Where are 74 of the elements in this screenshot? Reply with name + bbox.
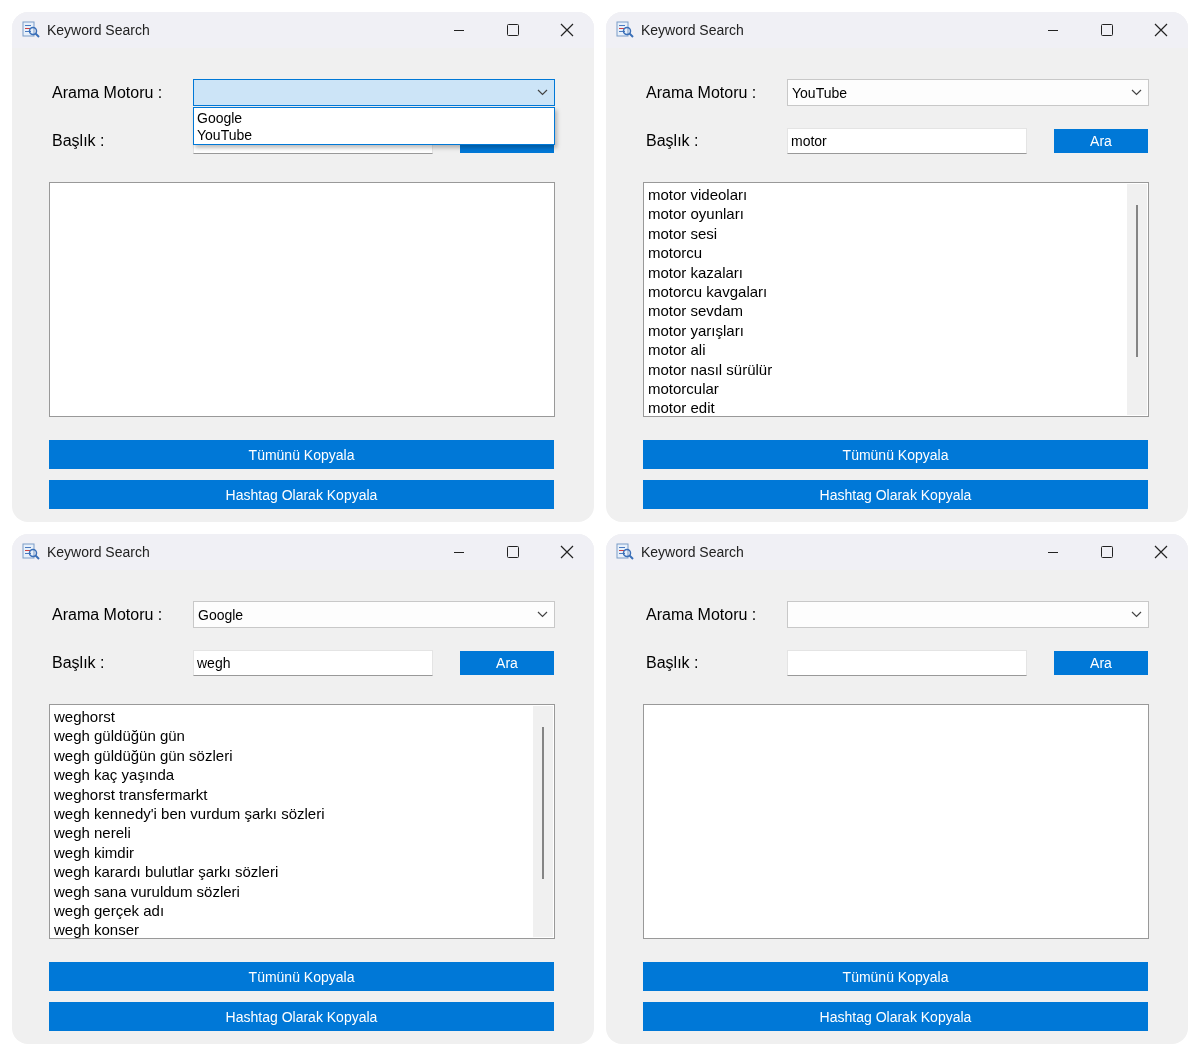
window-title: Keyword Search [641,22,745,38]
result-item[interactable]: motor edit [648,398,1148,416]
result-item[interactable]: motor kazaları [648,262,1148,283]
title-field[interactable] [787,650,1027,676]
window-title: Keyword Search [641,544,745,560]
copy-all-button[interactable]: Tümünü Kopyala [643,962,1148,991]
field-label: Başlık : [646,654,700,672]
copy-all-button[interactable]: Tümünü Kopyala [643,440,1148,469]
chevron-down-icon [1131,89,1142,96]
copy-hashtag-button[interactable]: Hashtag Olarak Kopyala [643,1002,1148,1031]
field-label: Başlık : [646,132,700,150]
result-item[interactable]: motorcu kavgaları [648,282,1148,302]
maximize-icon [507,24,519,36]
copy-hashtag-button[interactable]: Hashtag Olarak Kopyala [643,480,1148,509]
search-button[interactable]: Ara [1054,651,1148,675]
result-item[interactable]: wegh nereli [54,823,554,843]
field-label: Arama Motoru : [52,83,164,102]
result-item[interactable]: wegh kennedy'i ben vurdum şarkı sözleri [54,804,554,824]
result-item[interactable]: wegh kaç yaşında [54,765,554,785]
maximize-icon [507,546,519,558]
field-label: Başlık : [52,132,106,150]
document-search-icon [22,543,40,561]
field-label: Arama Motoru : [646,605,758,624]
result-item[interactable]: wegh karardı bulutlar şarkı sözleri [54,862,554,882]
search-button[interactable]: Ara [460,651,554,675]
field-label: Başlık : [52,654,106,672]
copy-all-button[interactable]: Tümünü Kopyala [49,440,554,469]
engine-dropdown[interactable]: YouTube [787,79,1149,106]
result-item[interactable]: wegh kimdir [54,842,554,863]
result-item[interactable]: motorcu [648,243,1148,263]
result-item[interactable]: motor yarışları [648,320,1148,341]
close-icon [1154,545,1168,559]
result-item[interactable]: motor sevdam [648,301,1148,321]
field-label: Arama Motoru : [646,83,758,102]
close-icon [560,545,574,559]
result-item[interactable]: wegh sana vuruldum sözleri [54,881,554,902]
maximize-icon [1101,24,1113,36]
field-label: Arama Motoru : [52,605,164,624]
title-field[interactable]: wegh [193,650,433,676]
title-field[interactable]: motor [787,128,1027,154]
result-item[interactable]: motor ali [648,340,1148,360]
scrollbar[interactable] [1127,184,1147,415]
result-item[interactable]: motor nasıl sürülür [648,359,1148,380]
dropdown-option[interactable]: YouTube [194,127,554,144]
document-search-icon [616,543,634,561]
result-item[interactable]: wegh güldüğün gün [54,726,554,746]
engine-dropdown[interactable] [193,79,555,106]
copy-all-button[interactable]: Tümünü Kopyala [49,962,554,991]
engine-dropdown[interactable] [787,601,1149,628]
result-item[interactable]: wegh konser [54,920,554,938]
dropdown-option[interactable]: Google [194,110,554,127]
window-title: Keyword Search [47,544,151,560]
document-search-icon [616,21,634,39]
window-title: Keyword Search [47,22,151,38]
result-item[interactable]: wegh güldüğün gün sözleri [54,745,554,766]
result-item[interactable]: motor oyunları [648,204,1148,224]
chevron-down-icon [537,611,548,618]
close-icon [560,23,574,37]
maximize-icon [1101,546,1113,558]
chevron-down-icon [1131,611,1142,618]
result-item[interactable]: motor videoları [648,185,1148,205]
engine-dropdown[interactable]: Google [193,601,555,628]
result-item[interactable]: weghorst transfermarkt [54,784,554,805]
result-item[interactable]: wegh gerçek adı [54,901,554,921]
scrollbar[interactable] [533,706,553,937]
copy-hashtag-button[interactable]: Hashtag Olarak Kopyala [49,480,554,509]
close-icon [1154,23,1168,37]
chevron-down-icon [537,89,548,96]
result-item[interactable]: motorcular [648,379,1148,399]
document-search-icon [22,21,40,39]
result-item[interactable]: weghorst [54,707,554,727]
copy-hashtag-button[interactable]: Hashtag Olarak Kopyala [49,1002,554,1031]
search-button[interactable]: Ara [1054,129,1148,153]
result-item[interactable]: motor sesi [648,223,1148,244]
